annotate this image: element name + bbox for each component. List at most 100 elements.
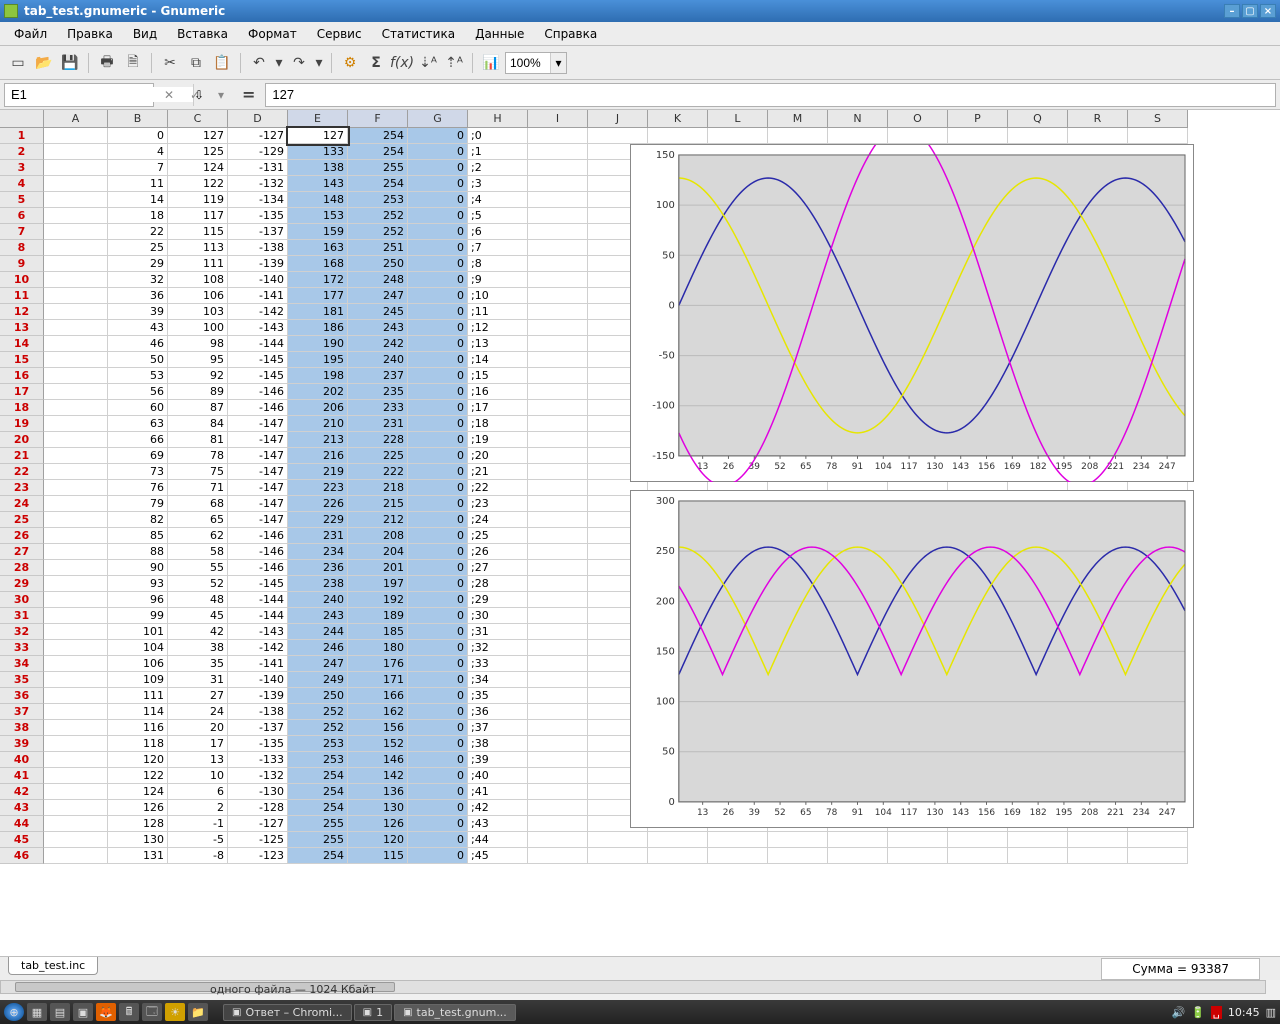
row-header[interactable]: 5 (0, 192, 44, 208)
cell-J46[interactable] (588, 848, 648, 864)
cell-F39[interactable]: 152 (348, 736, 408, 752)
cell-H44[interactable]: ;43 (468, 816, 528, 832)
cell-G38[interactable]: 0 (408, 720, 468, 736)
cell-D45[interactable]: -125 (228, 832, 288, 848)
cell-A35[interactable] (44, 672, 108, 688)
cell-B41[interactable]: 122 (108, 768, 168, 784)
row-header[interactable]: 35 (0, 672, 44, 688)
cell-A25[interactable] (44, 512, 108, 528)
cell-B20[interactable]: 66 (108, 432, 168, 448)
cell-B30[interactable]: 96 (108, 592, 168, 608)
cell-F8[interactable]: 251 (348, 240, 408, 256)
cell-B28[interactable]: 90 (108, 560, 168, 576)
row-header[interactable]: 2 (0, 144, 44, 160)
cell-H16[interactable]: ;15 (468, 368, 528, 384)
cell-E31[interactable]: 243 (288, 608, 348, 624)
col-header-C[interactable]: C (168, 110, 228, 128)
cell-S1[interactable] (1128, 128, 1188, 144)
cell-E32[interactable]: 244 (288, 624, 348, 640)
cell-G21[interactable]: 0 (408, 448, 468, 464)
sort-desc-button[interactable]: ⇡ᴬ (442, 51, 466, 75)
cell-C37[interactable]: 24 (168, 704, 228, 720)
cell-F41[interactable]: 142 (348, 768, 408, 784)
cell-H1[interactable]: ;0 (468, 128, 528, 144)
cell-A21[interactable] (44, 448, 108, 464)
cell-F28[interactable]: 201 (348, 560, 408, 576)
cell-I36[interactable] (528, 688, 588, 704)
cell-E28[interactable]: 236 (288, 560, 348, 576)
cell-D22[interactable]: -147 (228, 464, 288, 480)
row-header[interactable]: 25 (0, 512, 44, 528)
cell-F5[interactable]: 253 (348, 192, 408, 208)
row-header[interactable]: 17 (0, 384, 44, 400)
cell-H4[interactable]: ;3 (468, 176, 528, 192)
cell-I23[interactable] (528, 480, 588, 496)
cell-D30[interactable]: -144 (228, 592, 288, 608)
cell-F30[interactable]: 192 (348, 592, 408, 608)
cell-M46[interactable] (768, 848, 828, 864)
cell-G10[interactable]: 0 (408, 272, 468, 288)
taskbar-icon[interactable]: ▦ (27, 1003, 47, 1021)
row-header[interactable]: 41 (0, 768, 44, 784)
cell-F12[interactable]: 245 (348, 304, 408, 320)
cell-F45[interactable]: 120 (348, 832, 408, 848)
cell-D4[interactable]: -132 (228, 176, 288, 192)
cell-F24[interactable]: 215 (348, 496, 408, 512)
cell-E42[interactable]: 254 (288, 784, 348, 800)
cell-E11[interactable]: 177 (288, 288, 348, 304)
cell-E30[interactable]: 240 (288, 592, 348, 608)
cell-H31[interactable]: ;30 (468, 608, 528, 624)
cell-A32[interactable] (44, 624, 108, 640)
cell-F32[interactable]: 185 (348, 624, 408, 640)
col-header-J[interactable]: J (588, 110, 648, 128)
cell-B3[interactable]: 7 (108, 160, 168, 176)
cell-C46[interactable]: -8 (168, 848, 228, 864)
menu-Формат[interactable]: Формат (240, 25, 305, 43)
cell-G27[interactable]: 0 (408, 544, 468, 560)
formula-dropdown-button[interactable]: ▾ (210, 84, 232, 106)
cell-F10[interactable]: 248 (348, 272, 408, 288)
cell-E34[interactable]: 247 (288, 656, 348, 672)
cell-B32[interactable]: 101 (108, 624, 168, 640)
taskbar-icon[interactable]: ▣ (73, 1003, 93, 1021)
cell-D8[interactable]: -138 (228, 240, 288, 256)
cell-A16[interactable] (44, 368, 108, 384)
cell-C18[interactable]: 87 (168, 400, 228, 416)
cell-F34[interactable]: 176 (348, 656, 408, 672)
cell-H24[interactable]: ;23 (468, 496, 528, 512)
cell-D28[interactable]: -146 (228, 560, 288, 576)
cell-C17[interactable]: 89 (168, 384, 228, 400)
menu-Сервис[interactable]: Сервис (309, 25, 370, 43)
cell-I37[interactable] (528, 704, 588, 720)
cell-A14[interactable] (44, 336, 108, 352)
cell-I14[interactable] (528, 336, 588, 352)
cell-H3[interactable]: ;2 (468, 160, 528, 176)
cell-D19[interactable]: -147 (228, 416, 288, 432)
cell-O45[interactable] (888, 832, 948, 848)
cell-H18[interactable]: ;17 (468, 400, 528, 416)
tray-icon[interactable]: ▥ (1266, 1006, 1276, 1019)
cell-I8[interactable] (528, 240, 588, 256)
cell-G39[interactable]: 0 (408, 736, 468, 752)
cell-E15[interactable]: 195 (288, 352, 348, 368)
paste-button[interactable]: 📋 (210, 51, 234, 75)
cell-D35[interactable]: -140 (228, 672, 288, 688)
cell-B7[interactable]: 22 (108, 224, 168, 240)
cell-F25[interactable]: 212 (348, 512, 408, 528)
taskbar-icon[interactable]: 🦊 (96, 1003, 116, 1021)
cell-G25[interactable]: 0 (408, 512, 468, 528)
cell-C20[interactable]: 81 (168, 432, 228, 448)
cell-H13[interactable]: ;12 (468, 320, 528, 336)
cell-D2[interactable]: -129 (228, 144, 288, 160)
cell-H26[interactable]: ;25 (468, 528, 528, 544)
cut-button[interactable]: ✂ (158, 51, 182, 75)
taskbar-icon[interactable]: 🖩 (119, 1003, 139, 1021)
cell-C27[interactable]: 58 (168, 544, 228, 560)
cell-N45[interactable] (828, 832, 888, 848)
cell-P46[interactable] (948, 848, 1008, 864)
cell-D34[interactable]: -141 (228, 656, 288, 672)
cell-G40[interactable]: 0 (408, 752, 468, 768)
cell-C35[interactable]: 31 (168, 672, 228, 688)
keyboard-layout-icon[interactable]: ␣ (1211, 1006, 1222, 1019)
row-header[interactable]: 13 (0, 320, 44, 336)
